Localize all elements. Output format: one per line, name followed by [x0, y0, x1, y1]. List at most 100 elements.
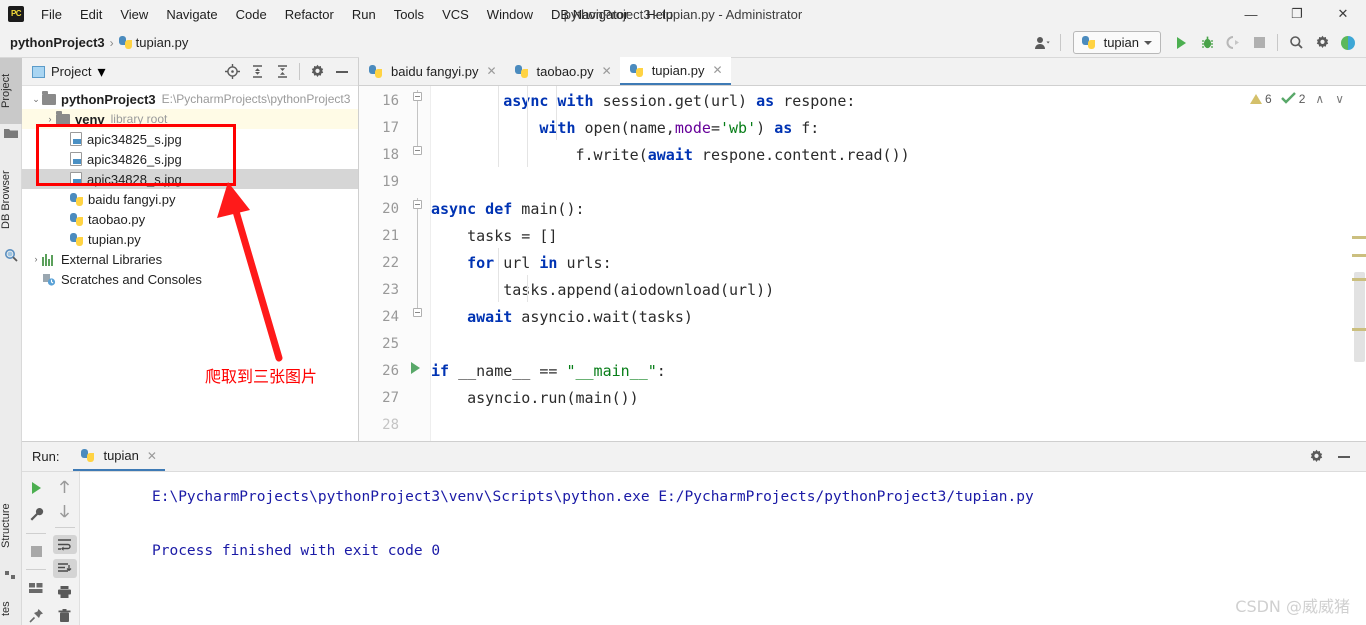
folder-icon	[42, 90, 56, 105]
run-panel-label: Run:	[32, 449, 60, 464]
prev-problem-icon[interactable]: ∧	[1315, 92, 1324, 106]
menu-window[interactable]: Window	[478, 3, 542, 26]
locate-icon[interactable]	[220, 61, 244, 83]
updates-icon[interactable]	[1336, 32, 1360, 54]
close-run-tab-icon[interactable]: ✕	[147, 449, 157, 463]
sidebar-tab-structure[interactable]: Structure	[0, 488, 22, 564]
fold-marker[interactable]	[413, 146, 422, 155]
sidebar-tab-project[interactable]: Project	[0, 58, 22, 124]
scrollbar-warning-mark	[1352, 278, 1366, 281]
tree-item-external-libraries[interactable]: › External Libraries	[22, 249, 358, 269]
next-problem-icon[interactable]: ∨	[1335, 92, 1344, 106]
close-tab-icon[interactable]: ✕	[602, 64, 612, 78]
rerun-icon[interactable]	[24, 477, 48, 499]
menu-file[interactable]: File	[32, 3, 71, 26]
scrollbar-thumb[interactable]	[1354, 272, 1365, 362]
tree-item-apic34825[interactable]: apic34825_s.jpg	[22, 129, 358, 149]
run-line-icon[interactable]	[411, 362, 420, 374]
run-toolbar-column-left	[22, 472, 51, 625]
fold-marker[interactable]	[413, 200, 422, 209]
editor-inspection-status[interactable]: 6 2 ∧ ∨	[1250, 88, 1344, 110]
close-tab-icon[interactable]: ✕	[712, 63, 722, 77]
run-panel-header: Run: tupian ✕	[22, 442, 1366, 472]
sidebar-tab-db-browser[interactable]: DB Browser	[0, 154, 22, 246]
up-arrow-icon[interactable]	[53, 477, 77, 496]
pin-icon[interactable]	[24, 604, 48, 625]
tree-item-venv[interactable]: › venv library root	[22, 109, 358, 129]
run-with-coverage-icon[interactable]	[1221, 32, 1245, 54]
print-icon[interactable]	[53, 583, 77, 602]
soft-wrap-icon[interactable]	[52, 534, 77, 554]
run-tab-tupian[interactable]: tupian ✕	[73, 442, 165, 471]
menu-run[interactable]: Run	[343, 3, 385, 26]
sidebar-tab-favorites[interactable]: tes	[0, 593, 22, 625]
maximize-button[interactable]: ❐	[1274, 0, 1320, 28]
code-editor[interactable]: 16 17 18 19 20 21 22 23 24 25 26 27 28 a…	[359, 86, 1366, 469]
tree-item-baidu-fangyi[interactable]: baidu fangyi.py	[22, 189, 358, 209]
stop-icon[interactable]	[1247, 32, 1271, 54]
menu-code[interactable]: Code	[227, 3, 276, 26]
editor-tab-baidu-fangyi[interactable]: baidu fangyi.py ✕	[359, 57, 505, 85]
tree-item-apic34826[interactable]: apic34826_s.jpg	[22, 149, 358, 169]
run-tab-label: tupian	[103, 448, 139, 463]
line-number: 23	[382, 282, 399, 298]
layout-icon[interactable]	[24, 577, 48, 599]
tree-item-label: apic34826_s.jpg	[87, 151, 182, 167]
hide-icon[interactable]	[330, 61, 354, 83]
tree-item-taobao[interactable]: taobao.py	[22, 209, 358, 229]
run-icon[interactable]	[1169, 32, 1193, 54]
code-folding-gutter[interactable]	[405, 86, 431, 441]
tree-item-apic34828[interactable]: apic34828_s.jpg	[22, 169, 358, 189]
libraries-icon	[42, 253, 56, 266]
menu-view[interactable]: View	[111, 3, 157, 26]
search-everywhere-icon[interactable]	[1284, 32, 1308, 54]
project-panel-toolbar	[220, 61, 358, 83]
line-number: 19	[382, 174, 399, 190]
chevron-right-icon[interactable]: ›	[30, 254, 42, 264]
chevron-down-icon[interactable]: ⌄	[30, 94, 42, 105]
tree-item-label: pythonProject3	[61, 91, 156, 107]
settings-icon[interactable]	[1310, 32, 1334, 54]
toolbar-separator-2	[1277, 34, 1278, 51]
tree-item-pythonproject3[interactable]: ⌄ pythonProject3 E:\PycharmProjects\pyth…	[22, 89, 358, 109]
console-line-result: Process finished with exit code 0	[152, 543, 441, 559]
menu-refactor[interactable]: Refactor	[276, 3, 343, 26]
chevron-right-icon[interactable]: ›	[44, 114, 56, 124]
trash-icon[interactable]	[53, 607, 77, 625]
collapse-all-icon[interactable]	[270, 61, 294, 83]
editor-scrollbar[interactable]	[1352, 114, 1366, 469]
menu-help[interactable]: Help	[637, 3, 682, 26]
expand-all-icon[interactable]	[245, 61, 269, 83]
code-text[interactable]: async with session.get(url) as respone: …	[431, 86, 1366, 441]
tree-item-scratches[interactable]: Scratches and Consoles	[22, 269, 358, 289]
gear-icon[interactable]	[305, 61, 329, 83]
menu-vcs[interactable]: VCS	[433, 3, 478, 26]
breadcrumb-file[interactable]: tupian.py	[118, 35, 188, 50]
scroll-to-end-icon[interactable]	[52, 558, 77, 578]
close-button[interactable]: ✕	[1320, 0, 1366, 28]
tree-item-tupian[interactable]: tupian.py	[22, 229, 358, 249]
breadcrumb-project[interactable]: pythonProject3	[10, 35, 105, 50]
code-line-21: tasks = []	[467, 227, 558, 245]
run-configuration-selector[interactable]: tupian	[1072, 31, 1161, 54]
account-icon[interactable]	[1030, 32, 1054, 54]
close-tab-icon[interactable]: ✕	[486, 64, 496, 78]
scrollbar-warning-mark	[1352, 254, 1366, 257]
menu-tools[interactable]: Tools	[385, 3, 433, 26]
project-panel-dropdown-icon[interactable]: ▾	[97, 62, 105, 82]
menu-navigate[interactable]: Navigate	[157, 3, 226, 26]
run-console-output[interactable]: E:\PycharmProjects\pythonProject3\venv\S…	[80, 472, 1366, 625]
menu-db-navigator[interactable]: DB Navigator	[542, 3, 637, 26]
hide-icon[interactable]	[1332, 446, 1356, 468]
stop-icon[interactable]	[24, 541, 48, 563]
debug-icon[interactable]	[1195, 32, 1219, 54]
menu-edit[interactable]: Edit	[71, 3, 111, 26]
minimize-button[interactable]: —	[1228, 0, 1274, 28]
fold-marker[interactable]	[413, 92, 422, 101]
gear-icon[interactable]	[1304, 446, 1328, 468]
fold-marker[interactable]	[413, 308, 422, 317]
editor-tab-tupian[interactable]: tupian.py ✕	[619, 57, 731, 85]
down-arrow-icon[interactable]	[53, 501, 77, 520]
settings-wrench-icon[interactable]	[24, 504, 48, 526]
editor-tab-taobao[interactable]: taobao.py ✕	[504, 57, 620, 85]
